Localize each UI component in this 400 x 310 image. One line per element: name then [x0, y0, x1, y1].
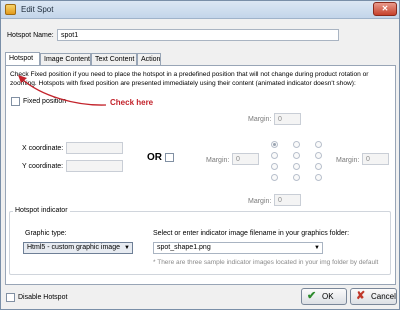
indicator-image-value: spot_shape1.png: [157, 244, 211, 251]
margin-mode-checkbox[interactable]: [165, 153, 174, 162]
graphic-type-select[interactable]: Html5 - custom graphic image ▼: [23, 242, 133, 254]
margin-bottom-label: Margin:: [248, 198, 272, 205]
position-radio-top-left[interactable]: [271, 141, 278, 148]
app-icon: [5, 4, 16, 15]
check-here-annotation: Check here: [110, 98, 154, 107]
indicator-note: * There are three sample indicator image…: [153, 259, 379, 266]
position-radio-upper-left[interactable]: [271, 152, 278, 159]
tab-hotspot[interactable]: Hotspot: [5, 52, 40, 65]
tab-image-content[interactable]: Image Content: [40, 53, 91, 65]
tab-text-content[interactable]: Text Content: [91, 53, 137, 65]
annotation-arrow: [18, 75, 107, 106]
indicator-image-label: Select or enter indicator image filename…: [153, 230, 350, 237]
y-coordinate-input[interactable]: [66, 160, 123, 172]
position-radio-top-right[interactable]: [315, 141, 322, 148]
ok-button[interactable]: ✔ OK: [301, 288, 347, 305]
cancel-x-icon: ✘: [356, 290, 366, 302]
checkmark-icon: ✔: [307, 290, 317, 302]
title-bar[interactable]: Edit Spot ✕: [1, 1, 399, 19]
chevron-down-icon: ▼: [124, 245, 130, 251]
close-icon: ✕: [381, 4, 389, 13]
margin-left-input[interactable]: 0: [232, 153, 259, 165]
margin-right-input[interactable]: 0: [362, 153, 389, 165]
position-radio-lower-left[interactable]: [271, 174, 278, 181]
chevron-down-icon: ▼: [314, 245, 320, 251]
position-radio-upper-center[interactable]: [293, 152, 300, 159]
margin-right-label: Margin:: [336, 157, 360, 164]
margin-top-label: Margin:: [248, 116, 272, 123]
hotspot-name-label: Hotspot Name:: [7, 32, 54, 39]
position-radio-middle-right[interactable]: [315, 163, 322, 170]
hotspot-name-input[interactable]: spot1: [57, 29, 339, 41]
close-button[interactable]: ✕: [373, 2, 397, 16]
disable-hotspot-checkbox[interactable]: [6, 293, 15, 302]
cancel-button[interactable]: ✘ Cancel: [350, 288, 397, 305]
y-coordinate-label: Y coordinate:: [22, 163, 64, 170]
position-radio-upper-right[interactable]: [315, 152, 322, 159]
ok-button-label: OK: [322, 292, 334, 301]
position-radio-top-center[interactable]: [293, 141, 300, 148]
margin-bottom-input[interactable]: 0: [274, 194, 301, 206]
indicator-image-select[interactable]: spot_shape1.png ▼: [153, 242, 323, 254]
position-radio-middle-left[interactable]: [271, 163, 278, 170]
x-coordinate-input[interactable]: [66, 142, 123, 154]
graphic-type-label: Graphic type:: [25, 230, 67, 237]
cancel-button-label: Cancel: [371, 292, 396, 301]
window-title: Edit Spot: [21, 5, 54, 14]
margin-top-input[interactable]: 0: [274, 113, 301, 125]
position-radio-lower-right[interactable]: [315, 174, 322, 181]
margin-left-label: Margin:: [206, 157, 230, 164]
disable-hotspot-label: Disable Hotspot: [18, 294, 68, 301]
position-radio-center[interactable]: [293, 163, 300, 170]
or-label: OR: [147, 152, 162, 163]
position-radio-lower-center[interactable]: [293, 174, 300, 181]
graphic-type-value: Html5 - custom graphic image: [27, 244, 120, 251]
x-coordinate-label: X coordinate:: [22, 145, 64, 152]
edit-spot-window: Edit Spot ✕ Hotspot Name: spot1 Hotspot …: [0, 0, 400, 310]
tab-action[interactable]: Action: [137, 53, 161, 65]
hotspot-indicator-title: Hotspot indicator: [13, 207, 70, 214]
